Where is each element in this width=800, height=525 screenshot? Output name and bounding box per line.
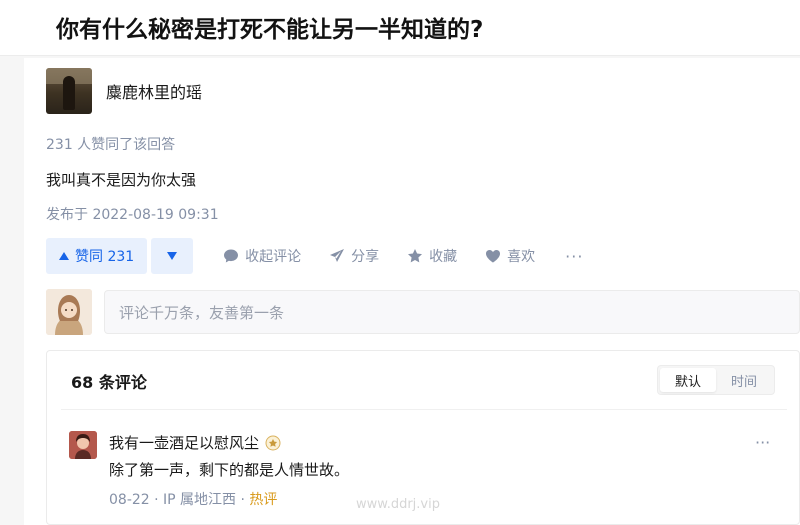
answer-card: 麋鹿林里的瑶 231 人赞同了该回答 我叫真不是因为你太强 发布于 2022-0… [24, 58, 800, 525]
author-avatar[interactable] [46, 68, 92, 114]
upvote-label: 赞同 231 [75, 249, 135, 265]
arrow-up-icon [59, 252, 69, 260]
divider [61, 409, 787, 410]
upvote-button[interactable]: 赞同 231 [46, 238, 148, 274]
answer-content: 我叫真不是因为你太强 [46, 171, 197, 189]
more-options-icon[interactable]: ··· [755, 433, 770, 452]
hot-comment-badge: 热评 [249, 492, 278, 508]
question-title[interactable]: 你有什么秘密是打死不能让另一半知道的? [56, 10, 483, 44]
answer-author: 麋鹿林里的瑶 [46, 68, 202, 114]
favorite-button[interactable]: 收藏 [407, 246, 457, 266]
upvote-summary: 231 人赞同了该回答 [46, 137, 176, 153]
star-icon [407, 248, 423, 264]
heart-icon [485, 248, 501, 264]
answer-page: 你有什么秘密是打死不能让另一半知道的? 麋鹿林里的瑶 231 人赞同了该回答 我… [0, 0, 800, 525]
comment-bubble-icon [223, 248, 239, 264]
comment-text: 除了第一声，剩下的都是人情世故。 [109, 461, 350, 479]
action-bar: 赞同 231 收起评论 分享 收藏 喜欢 ··· [46, 238, 583, 274]
collapse-comments-button[interactable]: 收起评论 [223, 246, 301, 266]
user-avatar[interactable] [46, 289, 92, 335]
comment-meta: 08-22 · IP 属地江西 · 热评 [109, 492, 278, 508]
paper-plane-icon [329, 248, 345, 264]
commenter-name[interactable]: 我有一壶酒足以慰风尘 [109, 432, 281, 453]
publish-time[interactable]: 发布于 2022-08-19 09:31 [46, 204, 219, 224]
commenter-avatar[interactable] [69, 431, 97, 459]
share-button[interactable]: 分享 [329, 246, 379, 266]
comment-sort-toggle: 默认 时间 [657, 365, 775, 395]
more-options-icon[interactable]: ··· [565, 247, 583, 266]
badge-icon [265, 435, 281, 451]
comment-input[interactable]: 评论千万条，友善第一条 [104, 290, 800, 334]
question-header: 你有什么秘密是打死不能让另一半知道的? [0, 0, 800, 56]
sort-time-tab[interactable]: 时间 [716, 368, 772, 392]
comment-input-row: 评论千万条，友善第一条 [46, 288, 800, 336]
author-name[interactable]: 麋鹿林里的瑶 [106, 79, 202, 103]
downvote-button[interactable] [151, 238, 194, 274]
comment-count: 68 条评论 [71, 373, 147, 392]
like-button[interactable]: 喜欢 [485, 246, 535, 266]
sort-default-tab[interactable]: 默认 [660, 368, 716, 392]
watermark: www.ddrj.vip [356, 497, 440, 512]
arrow-down-icon [167, 252, 178, 260]
